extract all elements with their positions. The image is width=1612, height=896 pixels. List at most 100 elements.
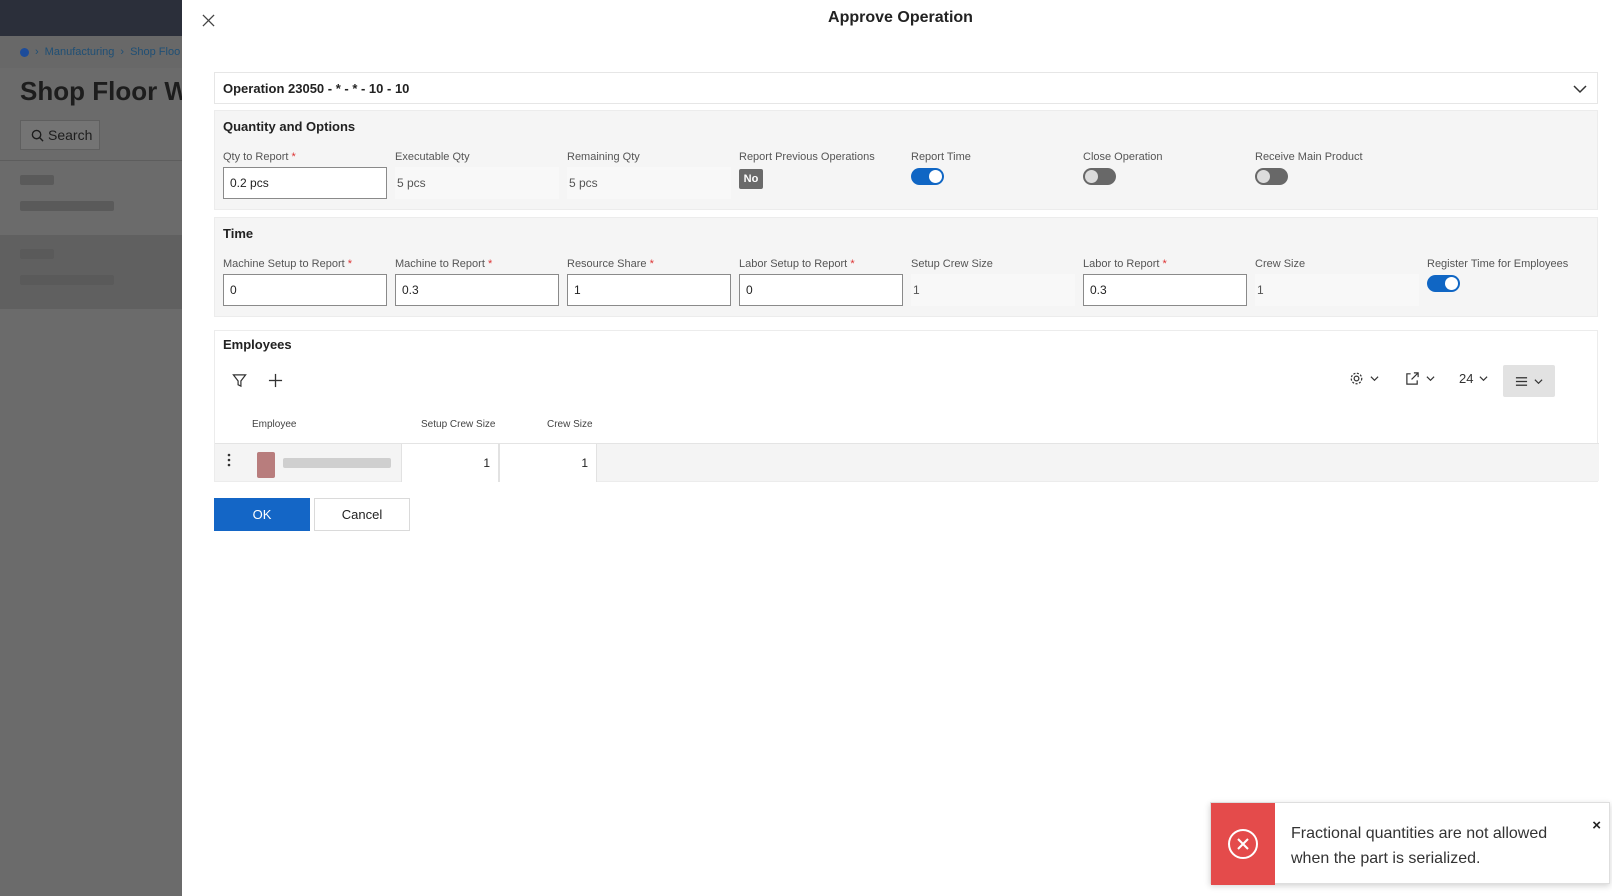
crew-size-cell[interactable]: 1 bbox=[499, 444, 597, 482]
blurred-text bbox=[20, 175, 54, 185]
field-label: Crew Size bbox=[1255, 258, 1306, 270]
avatar bbox=[257, 452, 275, 478]
toast-close-button[interactable]: × bbox=[1592, 817, 1601, 834]
more-vertical-icon bbox=[227, 453, 231, 467]
qty-to-report-input[interactable]: 0.2 pcs bbox=[223, 167, 387, 199]
cancel-button[interactable]: Cancel bbox=[314, 498, 410, 531]
time-section: Time Machine Setup to Report * 0 Machine… bbox=[214, 217, 1598, 317]
chevron-down-icon bbox=[1479, 376, 1488, 382]
field-label: Labor Setup to Report bbox=[739, 258, 848, 270]
plus-icon bbox=[268, 373, 283, 388]
export-menu-button[interactable] bbox=[1405, 371, 1435, 386]
gear-icon bbox=[1350, 372, 1363, 385]
breadcrumb: › Manufacturing › Shop Floo bbox=[0, 36, 182, 68]
ok-button[interactable]: OK bbox=[214, 498, 310, 531]
settings-menu-button[interactable] bbox=[1349, 371, 1379, 386]
labor-setup-field: Labor Setup to Report * 0 bbox=[739, 258, 903, 306]
crew-size-field: Crew Size 1 bbox=[1255, 258, 1419, 306]
labor-to-report-input[interactable]: 0.3 bbox=[1083, 274, 1247, 306]
row-menu-button[interactable] bbox=[227, 453, 231, 470]
export-icon bbox=[1406, 372, 1419, 385]
blurred-text bbox=[20, 249, 54, 259]
toggle-knob bbox=[1257, 170, 1270, 183]
crew-size-value: 1 bbox=[1255, 274, 1419, 306]
resource-share-input[interactable]: 1 bbox=[567, 274, 731, 306]
error-icon bbox=[1228, 829, 1258, 859]
toggle-knob bbox=[929, 170, 942, 183]
view-mode-button[interactable] bbox=[1503, 365, 1555, 397]
section-title: Quantity and Options bbox=[223, 119, 356, 134]
register-time-toggle[interactable] bbox=[1427, 275, 1460, 292]
toggle-knob bbox=[1085, 170, 1098, 183]
search-button: Search bbox=[20, 120, 100, 150]
report-previous-badge: No bbox=[739, 169, 763, 189]
receive-main-product-field: Receive Main Product bbox=[1255, 151, 1419, 185]
chevron-down-icon bbox=[1534, 378, 1543, 384]
background-app: › Manufacturing › Shop Floo Shop Floor W… bbox=[0, 0, 182, 896]
required-marker: * bbox=[347, 258, 353, 270]
report-time-toggle[interactable] bbox=[911, 168, 944, 185]
qty-to-report-field: Qty to Report * 0.2 pcs bbox=[223, 151, 387, 199]
table-row[interactable]: 1 1 bbox=[215, 443, 1599, 482]
machine-setup-input[interactable]: 0 bbox=[223, 274, 387, 306]
labor-setup-input[interactable]: 0 bbox=[739, 274, 903, 306]
blurred-text bbox=[20, 201, 114, 211]
executable-qty-field: Executable Qty 5 pcs bbox=[395, 151, 559, 199]
setup-crew-size-cell[interactable]: 1 bbox=[401, 444, 499, 482]
search-label: Search bbox=[48, 127, 93, 143]
search-icon bbox=[31, 129, 44, 142]
close-operation-toggle[interactable] bbox=[1083, 168, 1116, 185]
field-label: Close Operation bbox=[1083, 151, 1163, 163]
column-header-setup-crew-size[interactable]: Setup Crew Size bbox=[421, 419, 495, 430]
list-item bbox=[0, 235, 182, 309]
field-label: Machine to Report bbox=[395, 258, 485, 270]
employees-section: Employees 24 Employee Setup Crew Size Cr… bbox=[214, 330, 1599, 482]
toggle-knob bbox=[1445, 277, 1458, 290]
required-marker: * bbox=[850, 258, 855, 270]
filter-icon bbox=[232, 374, 247, 388]
breadcrumb-item: Manufacturing bbox=[44, 46, 115, 58]
field-label: Setup Crew Size bbox=[911, 258, 993, 270]
field-label: Report Previous Operations bbox=[739, 151, 875, 163]
required-marker: * bbox=[291, 151, 296, 163]
add-button[interactable] bbox=[268, 373, 283, 393]
toast-message: Fractional quantities are not allowed wh… bbox=[1291, 825, 1548, 867]
field-label: Receive Main Product bbox=[1255, 151, 1363, 163]
field-label: Resource Share bbox=[567, 258, 647, 270]
close-operation-field: Close Operation bbox=[1083, 151, 1247, 185]
chevron-right-icon: › bbox=[35, 46, 39, 58]
list-item bbox=[0, 161, 182, 235]
app-topbar bbox=[0, 0, 182, 36]
machine-to-report-input[interactable]: 0.3 bbox=[395, 274, 559, 306]
remaining-qty-field: Remaining Qty 5 pcs bbox=[567, 151, 731, 199]
dialog-title: Approve Operation bbox=[828, 9, 973, 26]
field-label: Remaining Qty bbox=[567, 151, 640, 163]
operation-header[interactable]: Operation 23050 - * - * - 10 - 10 bbox=[214, 72, 1598, 104]
setup-crew-size-value: 1 bbox=[911, 274, 1075, 306]
labor-to-report-field: Labor to Report * 0.3 bbox=[1083, 258, 1247, 306]
report-time-field: Report Time bbox=[911, 151, 1075, 185]
report-previous-operations-field: Report Previous Operations No bbox=[739, 151, 903, 189]
field-label: Labor to Report bbox=[1083, 258, 1160, 270]
page-size-select[interactable]: 24 bbox=[1459, 371, 1488, 386]
error-toast: Fractional quantities are not allowed wh… bbox=[1210, 802, 1610, 885]
chevron-right-icon: › bbox=[120, 46, 125, 58]
chevron-down-icon bbox=[1426, 376, 1435, 382]
list-view-icon bbox=[1515, 376, 1528, 386]
page-size-value: 24 bbox=[1459, 371, 1474, 386]
column-header-employee[interactable]: Employee bbox=[252, 419, 296, 430]
chevron-down-icon bbox=[1573, 85, 1587, 94]
section-title: Employees bbox=[223, 337, 292, 352]
resource-share-field: Resource Share * 1 bbox=[567, 258, 731, 306]
toast-icon-area bbox=[1211, 803, 1275, 885]
filter-button[interactable] bbox=[232, 373, 247, 393]
page-title: Shop Floor W bbox=[20, 76, 182, 106]
chevron-down-icon bbox=[1370, 376, 1379, 382]
required-marker: * bbox=[487, 258, 493, 270]
field-label: Qty to Report bbox=[223, 151, 289, 163]
field-label: Report Time bbox=[911, 151, 971, 163]
employee-name-redacted bbox=[283, 458, 391, 468]
column-header-crew-size[interactable]: Crew Size bbox=[547, 419, 593, 430]
setup-crew-size-field: Setup Crew Size 1 bbox=[911, 258, 1075, 306]
receive-main-product-toggle[interactable] bbox=[1255, 168, 1288, 185]
